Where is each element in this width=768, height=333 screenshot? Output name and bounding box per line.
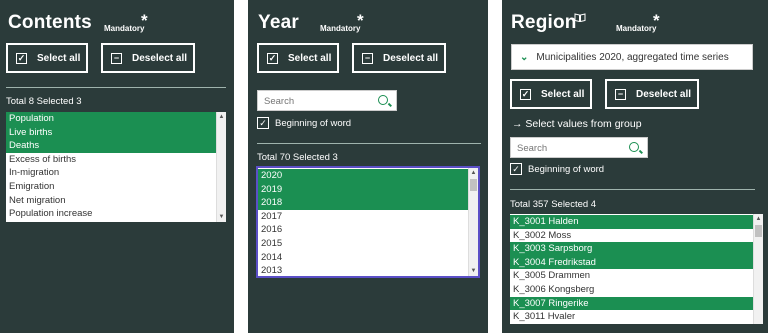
deselect-all-button[interactable]: − Deselect all <box>101 43 195 73</box>
list-item[interactable]: Emigration <box>6 180 226 194</box>
book-icon[interactable] <box>574 13 586 22</box>
checkmark-icon: ✓ <box>510 163 522 175</box>
year-panel: Year Mandatory * ✓ Select all − Deselect… <box>248 0 488 333</box>
contents-total: Total 8 Selected 3 <box>6 96 82 107</box>
mandatory-label: Mandatory <box>616 24 657 33</box>
scroll-up-icon[interactable]: ▲ <box>469 168 478 178</box>
list-item[interactable]: K_3011 Hvaler <box>510 310 763 324</box>
list-item[interactable]: 2017 <box>258 210 478 224</box>
select-all-label: Select all <box>541 88 585 100</box>
deselect-all-label: Deselect all <box>132 52 188 64</box>
list-item[interactable]: Deaths <box>6 139 226 153</box>
search-input[interactable] <box>258 92 396 111</box>
year-listbox[interactable]: 2020 2019 2018 2017 2016 2015 2014 2013 ▲ ▼ <box>256 166 480 278</box>
contents-panel: Contents Mandatory * ✓ Select all − Dese… <box>0 0 234 333</box>
year-total: Total 70 Selected 3 <box>257 152 338 163</box>
chevron-down-icon: ⌄ <box>520 51 529 63</box>
beginning-of-word-checkbox[interactable]: ✓ Beginning of word <box>510 163 604 175</box>
list-item[interactable]: 2014 <box>258 251 478 265</box>
list-item[interactable]: 2013 <box>258 264 478 276</box>
list-item[interactable]: 2020 <box>258 169 478 183</box>
list-item[interactable]: K_3002 Moss <box>510 229 763 243</box>
list-item[interactable]: 2016 <box>258 223 478 237</box>
select-all-label: Select all <box>37 52 81 64</box>
check-icon: ✓ <box>16 52 27 64</box>
search-icon[interactable] <box>378 95 388 105</box>
select-all-button[interactable]: ✓ Select all <box>6 43 88 73</box>
list-item[interactable]: K_3006 Kongsberg <box>510 283 763 297</box>
list-item[interactable]: K_3004 Fredrikstad <box>510 255 763 270</box>
deselect-all-button[interactable]: − Deselect all <box>605 79 699 109</box>
mandatory-star: * <box>653 11 660 30</box>
beginning-of-word-label: Beginning of word <box>275 117 352 129</box>
region-title: Region <box>511 12 577 33</box>
beginning-of-word-checkbox[interactable]: ✓ Beginning of word <box>257 117 351 129</box>
list-item[interactable]: Live births <box>6 125 226 140</box>
search-input[interactable] <box>511 139 647 158</box>
scroll-up-icon[interactable]: ▲ <box>217 112 226 122</box>
region-panel: Region Mandatory * ⌄ Municipalities 2020… <box>502 0 768 333</box>
divider <box>6 87 226 88</box>
minus-icon: − <box>111 52 122 64</box>
list-item[interactable]: K_3007 Ringerike <box>510 296 763 311</box>
region-total: Total 357 Selected 4 <box>510 199 597 210</box>
contents-listbox[interactable]: Population Live births Deaths Excess of bir… <box>6 112 226 222</box>
scroll-up-icon[interactable]: ▲ <box>754 214 763 224</box>
list-item[interactable]: K_3003 Sarpsborg <box>510 242 763 256</box>
mandatory-star: * <box>141 11 148 30</box>
classification-dropdown[interactable]: ⌄ Municipalities 2020, aggregated time s… <box>511 44 753 70</box>
divider <box>510 189 755 190</box>
region-listbox[interactable]: K_3001 Halden K_3002 Moss K_3003 Sarpsborg… <box>510 214 763 324</box>
search-field[interactable] <box>257 90 397 111</box>
scrollbar[interactable]: ▲ ▼ <box>216 112 226 222</box>
contents-title: Contents <box>8 12 92 33</box>
list-item[interactable]: K_3005 Drammen <box>510 269 763 283</box>
mandatory-label: Mandatory <box>104 24 145 33</box>
scroll-down-icon[interactable]: ▼ <box>217 212 226 222</box>
list-item[interactable]: 2019 <box>258 182 478 197</box>
divider <box>257 143 481 144</box>
dropdown-value: Municipalities 2020, aggregated time ser… <box>536 51 729 63</box>
deselect-all-label: Deselect all <box>636 88 692 100</box>
search-icon[interactable] <box>629 142 639 152</box>
mandatory-label: Mandatory <box>320 24 361 33</box>
check-icon: ✓ <box>520 88 531 100</box>
select-all-button[interactable]: ✓ Select all <box>510 79 592 109</box>
beginning-of-word-label: Beginning of word <box>528 163 605 175</box>
arrow-right-icon: → <box>512 118 523 130</box>
scrollbar-thumb[interactable] <box>755 225 762 237</box>
list-item[interactable]: Population <box>6 112 226 126</box>
mandatory-star: * <box>357 11 364 30</box>
deselect-all-label: Deselect all <box>383 52 439 64</box>
scrollbar-thumb[interactable] <box>470 179 477 191</box>
select-all-button[interactable]: ✓ Select all <box>257 43 339 73</box>
minus-icon: − <box>362 52 373 64</box>
list-item[interactable]: Population increase <box>6 207 226 221</box>
deselect-all-button[interactable]: − Deselect all <box>352 43 446 73</box>
checkmark-icon: ✓ <box>257 117 269 129</box>
list-item[interactable]: 2015 <box>258 237 478 251</box>
check-icon: ✓ <box>267 52 278 64</box>
search-field[interactable] <box>510 137 648 158</box>
scrollbar[interactable]: ▲ ▼ <box>468 168 478 276</box>
list-item[interactable]: In-migration <box>6 166 226 180</box>
minus-icon: − <box>615 88 626 100</box>
scrollbar[interactable]: ▲ <box>753 214 763 324</box>
select-from-group-label: Select values from group <box>525 118 642 130</box>
select-from-group-link[interactable]: → Select values from group <box>512 118 642 130</box>
select-all-label: Select all <box>288 52 332 64</box>
list-item[interactable]: K_3001 Halden <box>510 215 763 229</box>
year-title: Year <box>258 12 299 33</box>
list-item[interactable]: Net migration <box>6 194 226 208</box>
list-item[interactable]: Excess of births <box>6 153 226 167</box>
scroll-down-icon[interactable]: ▼ <box>469 266 478 276</box>
list-item[interactable]: 2018 <box>258 196 478 210</box>
